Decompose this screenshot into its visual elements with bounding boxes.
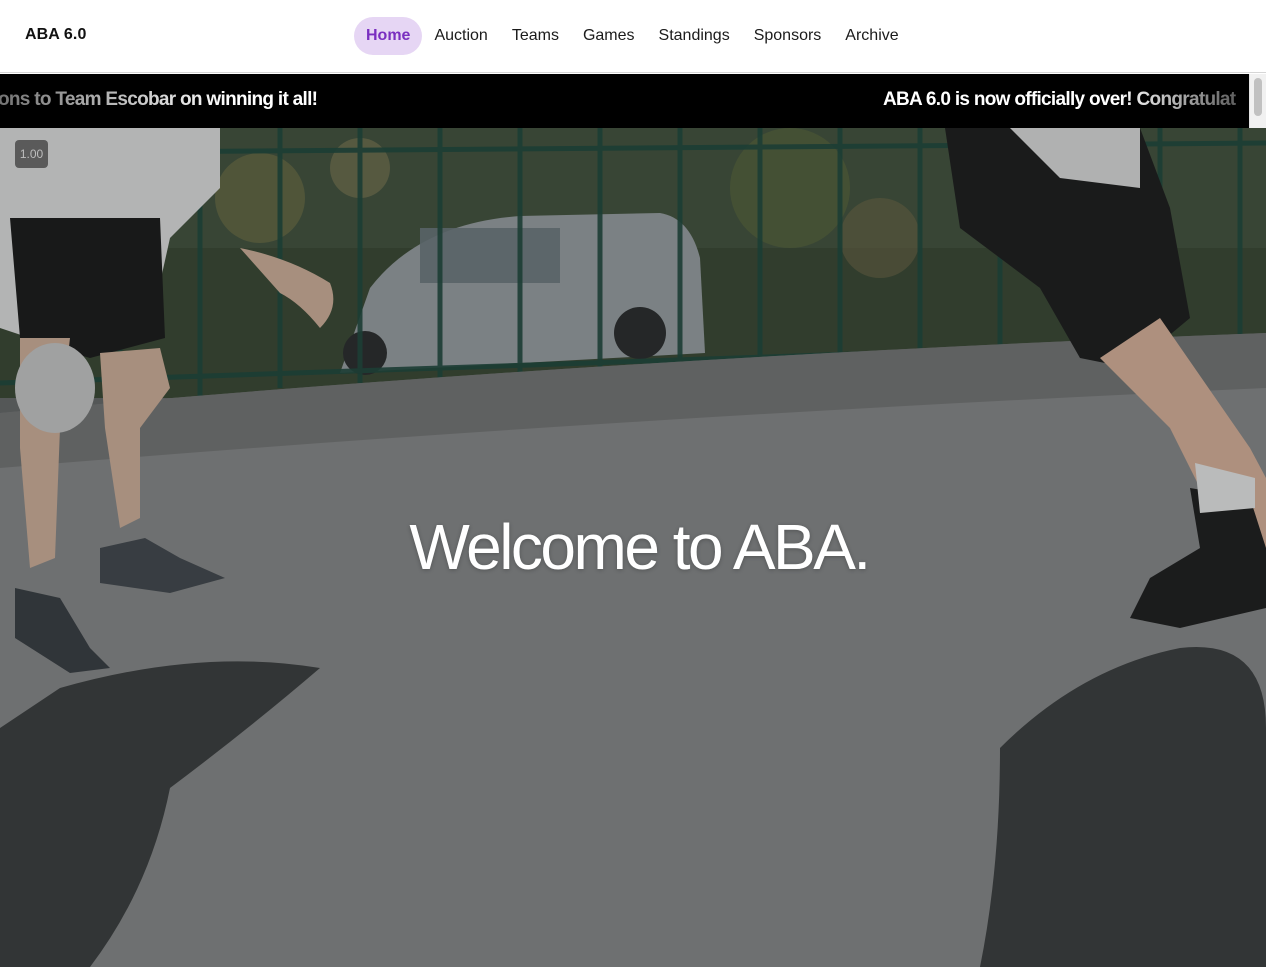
playback-speed-badge[interactable]: 1.00 xyxy=(15,140,48,168)
nav-item-standings[interactable]: Standings xyxy=(647,17,742,55)
hero-title: Welcome to ABA. xyxy=(409,511,871,583)
hero-video[interactable]: 1.00 Welcome to ABA. xyxy=(0,128,1266,967)
ticker-text-right: ABA 6.0 is now officially over! Congratu… xyxy=(883,89,1236,110)
nav-item-home[interactable]: Home xyxy=(354,17,423,55)
site-brand[interactable]: ABA 6.0 xyxy=(25,26,86,44)
ticker-text-left: ons to Team Escobar on winning it all! xyxy=(0,89,318,110)
scrollbar-thumb[interactable] xyxy=(1254,78,1262,116)
top-navbar: ABA 6.0 Home Auction Teams Games Standin… xyxy=(0,0,1266,73)
nav-item-auction[interactable]: Auction xyxy=(422,17,499,55)
ticker-scrollbar[interactable] xyxy=(1249,74,1266,128)
announcement-ticker: ons to Team Escobar on winning it all! A… xyxy=(0,74,1249,128)
nav-item-teams[interactable]: Teams xyxy=(500,17,571,55)
main-nav: Home Auction Teams Games Standings Spons… xyxy=(354,17,911,55)
nav-item-games[interactable]: Games xyxy=(571,17,647,55)
nav-item-archive[interactable]: Archive xyxy=(833,17,910,55)
nav-item-sponsors[interactable]: Sponsors xyxy=(742,17,834,55)
